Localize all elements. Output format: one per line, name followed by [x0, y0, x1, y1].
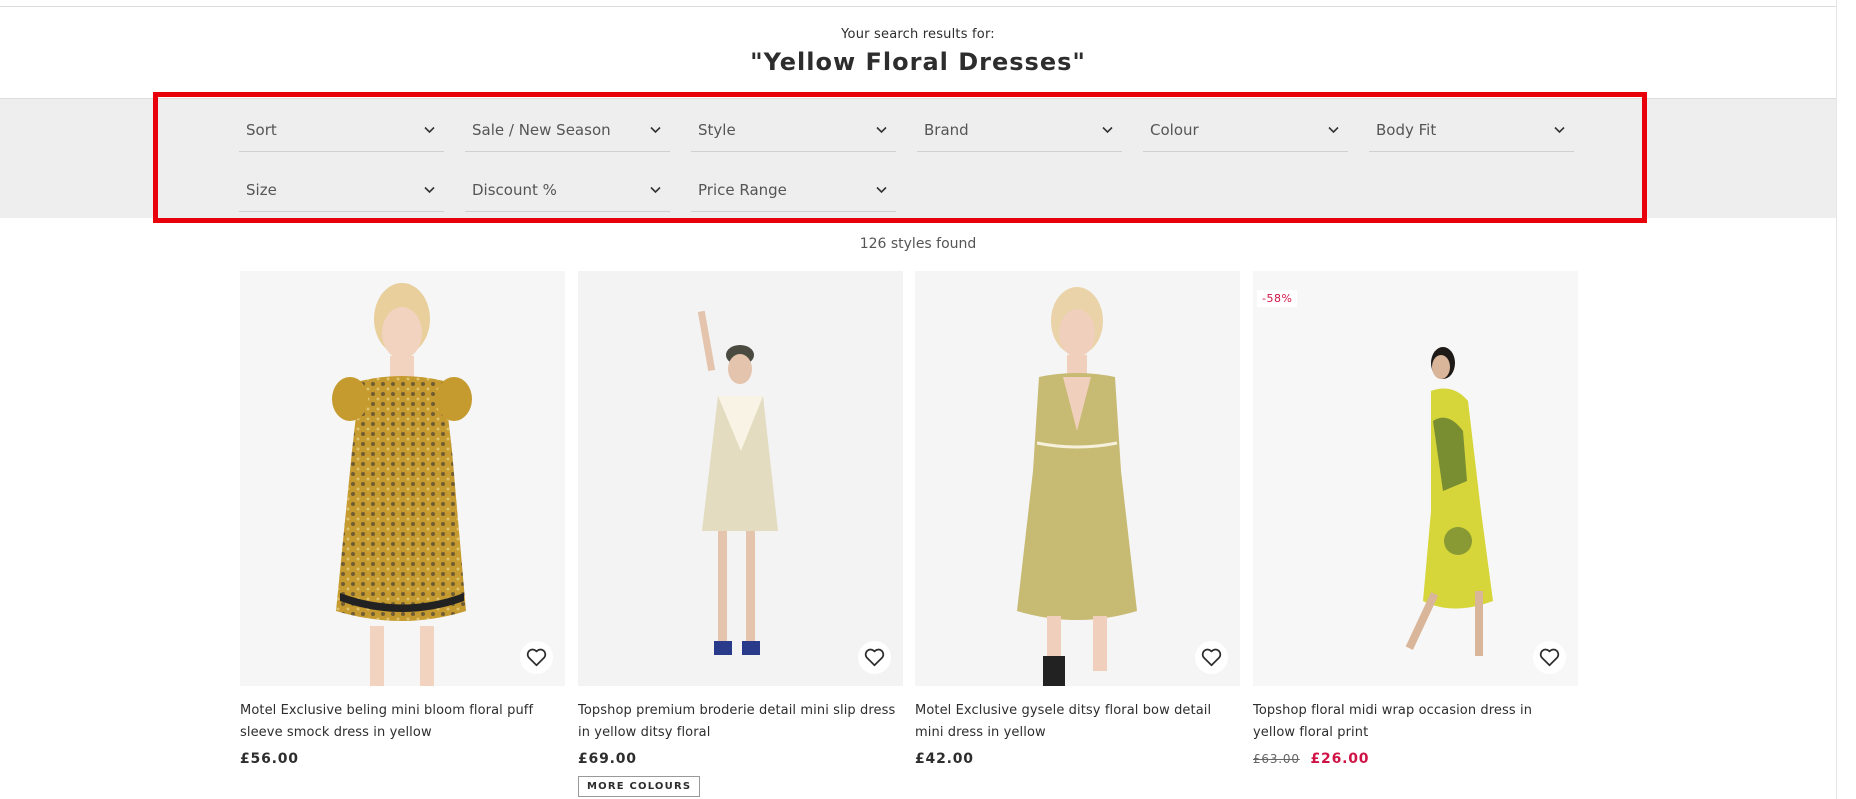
filter-bar: Sort Sale / New Season Style Brand Colou…: [0, 98, 1836, 218]
filter-label: Colour: [1150, 120, 1199, 139]
page-scrollbar[interactable]: [1836, 0, 1856, 799]
filter-body-fit[interactable]: Body Fit: [1369, 108, 1574, 152]
heart-icon: [1539, 648, 1560, 667]
filter-label: Brand: [924, 120, 969, 139]
heart-icon: [1201, 648, 1222, 667]
product-card[interactable]: Topshop premium broderie detail mini sli…: [578, 271, 903, 797]
filter-label: Sale / New Season: [472, 120, 611, 139]
filter-colour[interactable]: Colour: [1143, 108, 1348, 152]
product-image[interactable]: -58%: [1253, 271, 1578, 686]
save-for-later-button[interactable]: [1195, 641, 1228, 674]
product-title[interactable]: Motel Exclusive beling mini bloom floral…: [240, 700, 565, 744]
filter-price-range[interactable]: Price Range: [691, 168, 896, 212]
chevron-down-icon: [422, 183, 436, 197]
product-card[interactable]: Motel Exclusive beling mini bloom floral…: [240, 271, 565, 767]
product-photo: [578, 271, 903, 686]
product-photo: [240, 271, 565, 686]
save-for-later-button[interactable]: [520, 641, 553, 674]
search-term-heading: "Yellow Floral Dresses": [750, 48, 1086, 76]
discount-badge: -58%: [1257, 290, 1298, 307]
product-price: £42.00: [915, 751, 974, 767]
product-image[interactable]: [915, 271, 1240, 686]
product-price: £69.00: [578, 751, 637, 767]
product-card[interactable]: -58% Topshop floral midi wrap occasion d…: [1253, 271, 1578, 767]
sale-price: £26.00: [1310, 751, 1370, 767]
filter-discount[interactable]: Discount %: [465, 168, 670, 212]
filter-label: Body Fit: [1376, 120, 1437, 139]
results-count: 126 styles found: [859, 236, 977, 252]
chevron-down-icon: [648, 123, 662, 137]
chevron-down-icon: [1326, 123, 1340, 137]
product-title[interactable]: Topshop premium broderie detail mini sli…: [578, 700, 903, 744]
filter-brand[interactable]: Brand: [917, 108, 1122, 152]
product-title[interactable]: Motel Exclusive gysele ditsy floral bow …: [915, 700, 1240, 744]
chevron-down-icon: [1100, 123, 1114, 137]
product-image[interactable]: [578, 271, 903, 686]
chevron-down-icon: [648, 183, 662, 197]
product-title[interactable]: Topshop floral midi wrap occasion dress …: [1253, 700, 1578, 744]
filter-sale-new-season[interactable]: Sale / New Season: [465, 108, 670, 152]
product-photo: [1253, 271, 1578, 686]
filter-label: Style: [698, 120, 736, 139]
heart-icon: [864, 648, 885, 667]
save-for-later-button[interactable]: [1533, 641, 1566, 674]
filter-sort[interactable]: Sort: [239, 108, 444, 152]
filter-label: Sort: [246, 120, 277, 139]
filter-style[interactable]: Style: [691, 108, 896, 152]
chevron-down-icon: [422, 123, 436, 137]
chevron-down-icon: [874, 123, 888, 137]
save-for-later-button[interactable]: [858, 641, 891, 674]
heart-icon: [526, 648, 547, 667]
original-price: £63.00: [1253, 752, 1300, 766]
product-price: £63.00 £26.00: [1253, 751, 1578, 767]
product-image[interactable]: [240, 271, 565, 686]
filter-label: Price Range: [698, 180, 787, 199]
search-intro: Your search results for:: [841, 27, 995, 42]
chevron-down-icon: [874, 183, 888, 197]
filter-size[interactable]: Size: [239, 168, 444, 212]
product-price: £56.00: [240, 751, 299, 767]
chevron-down-icon: [1552, 123, 1566, 137]
more-colours-button[interactable]: MORE COLOURS: [578, 776, 701, 797]
filter-label: Discount %: [472, 180, 557, 199]
filter-label: Size: [246, 180, 277, 199]
product-card[interactable]: Motel Exclusive gysele ditsy floral bow …: [915, 271, 1240, 767]
search-header: Your search results for: "Yellow Floral …: [0, 0, 1836, 98]
product-photo: [915, 271, 1240, 686]
